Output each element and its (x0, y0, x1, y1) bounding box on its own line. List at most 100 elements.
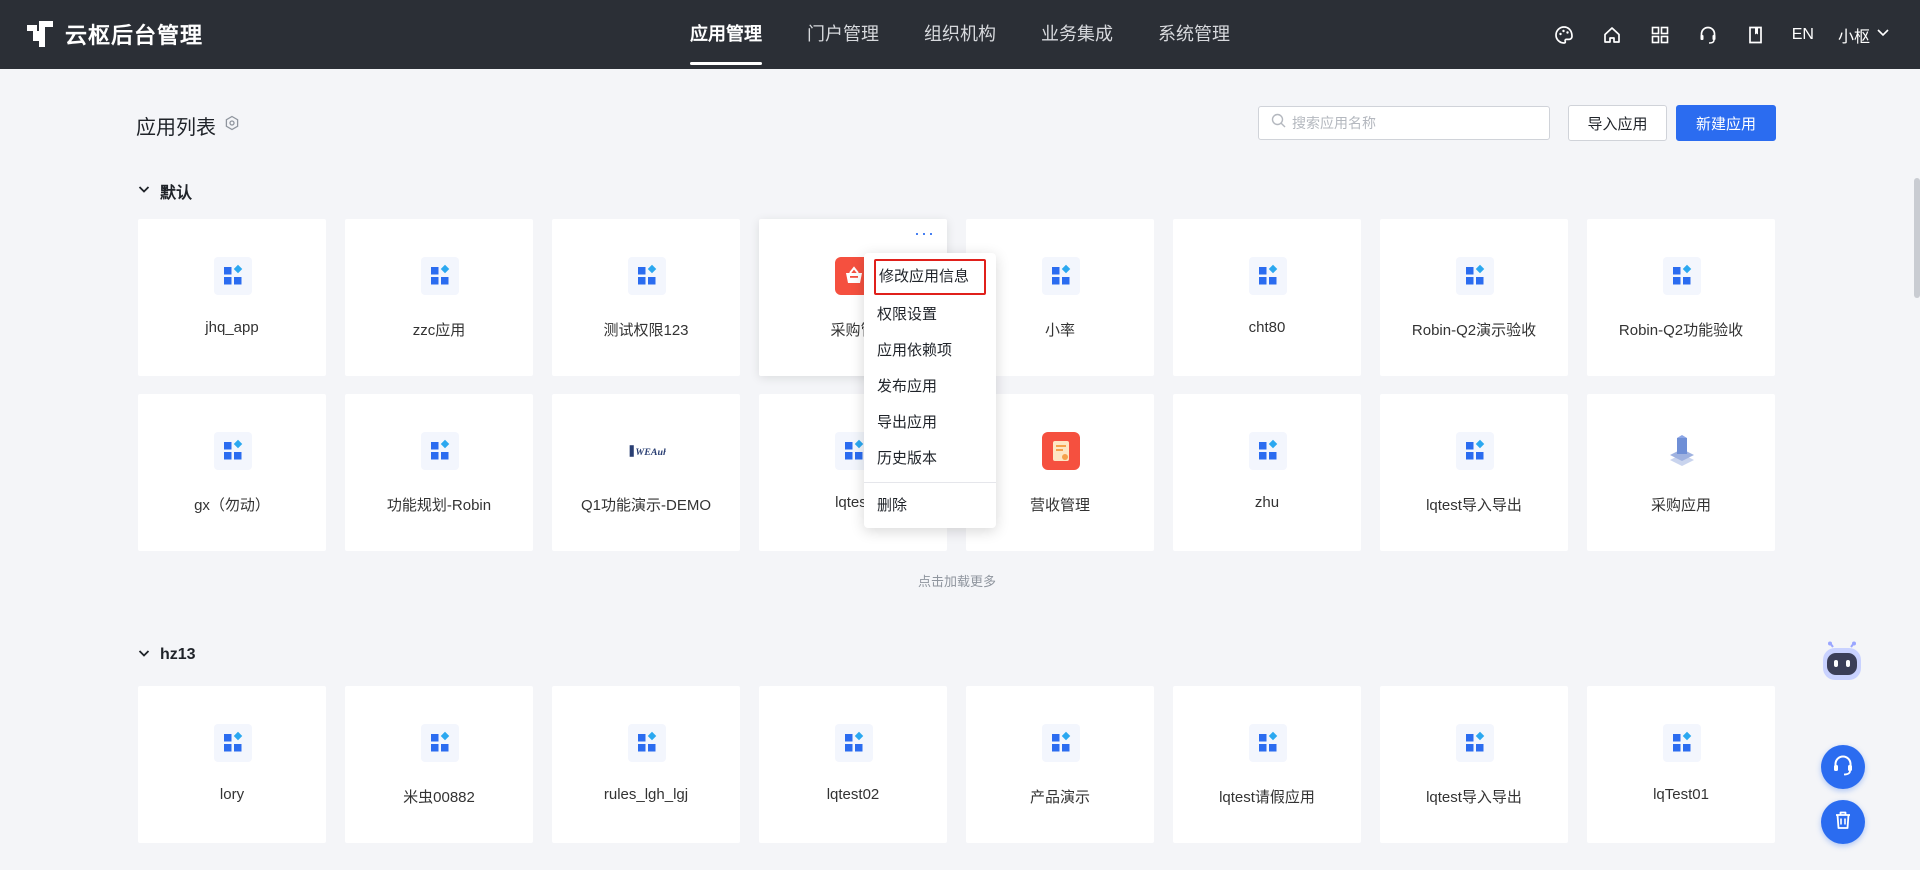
menu-divider (864, 482, 996, 483)
menu-export-app[interactable]: 导出应用 (864, 405, 996, 441)
menu-edit-app-info[interactable]: 修改应用信息 (874, 259, 986, 295)
app-card[interactable]: 产品演示 (966, 686, 1154, 843)
grid-app-icon (1456, 257, 1494, 295)
import-app-button[interactable]: 导入应用 (1568, 105, 1667, 141)
menu-publish-app[interactable]: 发布应用 (864, 369, 996, 405)
recycle-bin-button[interactable] (1821, 800, 1865, 844)
app-card[interactable]: lqtest导入导出 (1380, 686, 1568, 843)
app-name: lqtest导入导出 (1426, 789, 1522, 806)
app-card[interactable]: lqtest02 (759, 686, 947, 843)
app-name: gx（勿动） (194, 497, 270, 514)
grid-app-icon (1042, 257, 1080, 295)
app-card[interactable]: jhq_app (138, 219, 326, 376)
menu-permission-settings[interactable]: 权限设置 (864, 297, 996, 333)
grid-app-icon (214, 257, 252, 295)
home-icon[interactable] (1600, 23, 1624, 47)
app-card[interactable]: 采购应用 (1587, 394, 1775, 551)
app-name: Robin-Q2演示验收 (1411, 322, 1537, 339)
load-more-link[interactable]: 点击加载更多 (138, 571, 1776, 590)
language-switch[interactable]: EN (1792, 26, 1814, 44)
chevron-down-icon (138, 646, 150, 664)
group-header-hz13[interactable]: hz13 (138, 646, 196, 664)
brand[interactable]: 云枢后台管理 (27, 18, 203, 50)
customer-service-button[interactable] (1821, 745, 1865, 789)
app-card[interactable]: 功能规划-Robin (345, 394, 533, 551)
grid-app-icon (1663, 257, 1701, 295)
trash-icon (1832, 809, 1854, 836)
page-title: 应用列表 (136, 111, 240, 140)
menu-delete[interactable]: 删除 (864, 488, 996, 524)
app-name: jhq_app (205, 319, 259, 336)
app-name: lqtest请假应用 (1219, 789, 1315, 806)
grid-app-icon (421, 432, 459, 470)
app-name: lqtest导入导出 (1426, 497, 1522, 514)
new-app-button[interactable]: 新建应用 (1676, 105, 1776, 141)
app-card[interactable]: lqtest导入导出 (1380, 394, 1568, 551)
grid-app-icon (1249, 432, 1287, 470)
group-header-default[interactable]: 默认 (138, 179, 192, 203)
group-name: hz13 (160, 646, 196, 663)
menu-history-versions[interactable]: 历史版本 (864, 441, 996, 477)
app-name: lqtest02 (826, 786, 880, 803)
brand-logo-icon (27, 21, 53, 47)
app-context-menu: 修改应用信息 权限设置 应用依赖项 发布应用 导出应用 历史版本 删除 (864, 253, 996, 528)
chevron-down-icon (1876, 25, 1890, 44)
app-name: 采购应用 (1650, 497, 1711, 514)
nav-portal-management[interactable]: 门户管理 (807, 0, 879, 69)
page-scrollbar[interactable] (1914, 178, 1920, 298)
group-name: 默认 (160, 185, 193, 202)
search-input[interactable] (1292, 115, 1532, 131)
search-box (1258, 106, 1550, 140)
app-card[interactable]: Robin-Q2演示验收 (1380, 219, 1568, 376)
app-card[interactable]: 测试权限123 (552, 219, 740, 376)
nav-business-integration[interactable]: 业务集成 (1041, 0, 1113, 69)
headset-icon[interactable] (1696, 23, 1720, 47)
app-card[interactable]: cht80 (1173, 219, 1361, 376)
app-name: zhu (1254, 494, 1280, 511)
header-tools: EN 小枢 (1552, 0, 1890, 69)
user-name: 小枢 (1837, 28, 1870, 46)
app-card[interactable]: Robin-Q2功能验收 (1587, 219, 1775, 376)
app-card[interactable]: WEAuhro Q1功能演示-DEMO (552, 394, 740, 551)
app-card[interactable]: lqTest01 (1587, 686, 1775, 843)
grid-app-icon (628, 257, 666, 295)
app-name: Q1功能演示-DEMO (580, 497, 711, 514)
menu-app-dependencies[interactable]: 应用依赖项 (864, 333, 996, 369)
svg-text:WEAuhro: WEAuhro (635, 447, 666, 458)
grid-app-icon (421, 724, 459, 762)
settings-hexagon-icon[interactable] (224, 114, 240, 137)
palette-icon[interactable] (1552, 23, 1576, 47)
app-name: 米虫00882 (403, 789, 475, 806)
grid-app-icon (1249, 724, 1287, 762)
app-card[interactable]: lory (138, 686, 326, 843)
app-name: cht80 (1248, 319, 1286, 336)
app-card[interactable]: rules_lgh_lgj (552, 686, 740, 843)
apps-grid-icon[interactable] (1648, 23, 1672, 47)
grid-app-icon (214, 724, 252, 762)
app-card[interactable]: lqtest请假应用 (1173, 686, 1361, 843)
app-name: zzc应用 (412, 322, 466, 339)
main-nav: 应用管理 门户管理 组织机构 业务集成 系统管理 (690, 0, 1230, 69)
brand-title: 云枢后台管理 (65, 23, 204, 48)
grid-app-icon (835, 724, 873, 762)
grid-app-icon (1249, 257, 1287, 295)
grid-app-icon (628, 724, 666, 762)
app-name: lory (219, 786, 245, 803)
book-icon[interactable] (1744, 23, 1768, 47)
top-navbar: 云枢后台管理 应用管理 门户管理 组织机构 业务集成 系统管理 EN 小枢 (0, 0, 1920, 69)
stack-app-icon (1663, 432, 1701, 470)
document-app-icon (1042, 432, 1080, 470)
nav-system-management[interactable]: 系统管理 (1158, 0, 1230, 69)
nav-organization[interactable]: 组织机构 (924, 0, 996, 69)
user-menu[interactable]: 小枢 (1838, 23, 1890, 47)
logo-app-icon: WEAuhro (628, 432, 666, 470)
app-name: lqTest01 (1653, 786, 1709, 803)
app-card[interactable]: zzc应用 (345, 219, 533, 376)
assistant-robot-icon[interactable] (1819, 641, 1865, 687)
grid-app-icon (1663, 724, 1701, 762)
app-card[interactable]: gx（勿动） (138, 394, 326, 551)
app-card[interactable]: 米虫00882 (345, 686, 533, 843)
app-card[interactable]: zhu (1173, 394, 1361, 551)
nav-app-management[interactable]: 应用管理 (690, 0, 762, 69)
more-options-icon[interactable]: ··· (914, 223, 935, 244)
